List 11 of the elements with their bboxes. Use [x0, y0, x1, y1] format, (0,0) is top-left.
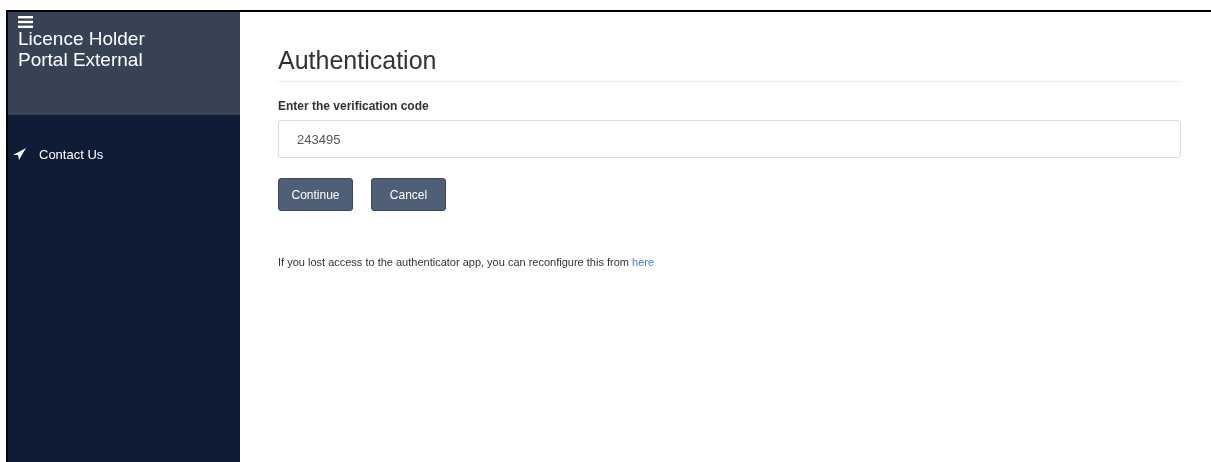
menu-icon[interactable] [18, 16, 33, 28]
field-label: Enter the verification code [278, 99, 430, 113]
app-title: Licence Holder Portal External [18, 28, 146, 70]
help-text: If you lost access to the authenticator app, you can reconfigure this from here [278, 256, 656, 268]
continue-button[interactable]: Continue [278, 178, 353, 211]
page-heading: Authentication [278, 46, 1181, 82]
paper-plane-icon [13, 148, 26, 160]
verification-code-field[interactable]: 243495 [278, 120, 1181, 158]
sidebar-item[interactable]: Contact Us [8, 143, 240, 165]
cancel-button[interactable]: Cancel [371, 178, 446, 211]
here-link[interactable]: here [632, 256, 655, 268]
